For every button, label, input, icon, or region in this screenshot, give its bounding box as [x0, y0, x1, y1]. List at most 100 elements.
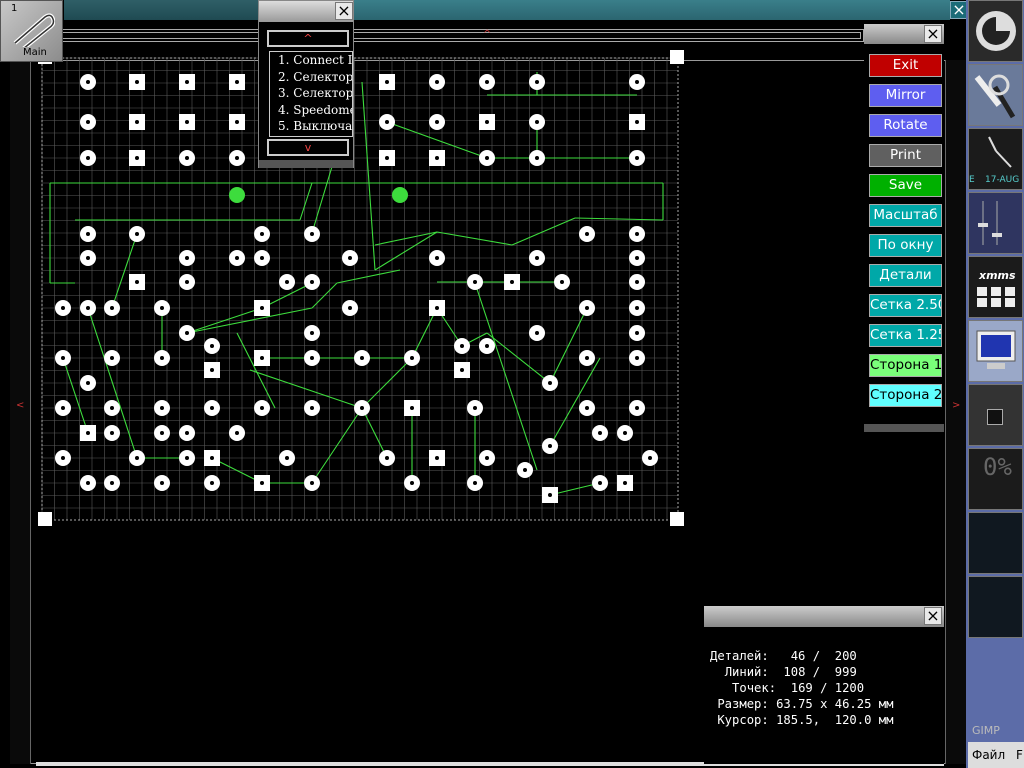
pad-hole: [210, 344, 214, 348]
dock-xmms-app[interactable]: xmms: [968, 256, 1023, 318]
dock-mixer-app[interactable]: [968, 192, 1023, 254]
tool-button-7[interactable]: По окну: [869, 234, 942, 257]
pad-hole: [635, 80, 639, 84]
list-scroll-up-button[interactable]: ^: [267, 30, 349, 47]
pad-hole: [86, 381, 90, 385]
tool-panel-bottom-handle[interactable]: [864, 424, 944, 432]
pad-hole: [110, 481, 114, 485]
tool-button-6[interactable]: Масштаб: [869, 204, 942, 227]
dock-cpu-app[interactable]: 0%: [968, 448, 1023, 510]
right-scroll-strip[interactable]: >: [945, 60, 966, 764]
tool-button-3[interactable]: Rotate: [869, 114, 942, 137]
list-item[interactable]: 2. Селектор: [270, 69, 352, 86]
list-item[interactable]: 5. Выключат: [270, 118, 352, 135]
pad-hole: [110, 406, 114, 410]
pad-hole: [160, 306, 164, 310]
pad-hole: [235, 431, 239, 435]
cpu-percent: 0%: [983, 453, 1012, 481]
trace-line: [374, 231, 438, 246]
pad-hole: [310, 406, 314, 410]
analog-clock-icon: [988, 136, 1012, 168]
tool-button-12[interactable]: Сторона 2: [869, 384, 942, 407]
dock-clock-app[interactable]: E 17-AUG: [968, 128, 1023, 190]
stats-size-value: 63.75 x 46.25 мм: [776, 697, 894, 711]
top-ruler-track: [39, 32, 861, 39]
pad-hole: [86, 256, 90, 260]
dock-settings-app[interactable]: [968, 64, 1023, 126]
tool-panel-close-icon[interactable]: ×: [924, 25, 942, 43]
taskbar-file-item[interactable]: Файл: [972, 748, 1005, 762]
list-item[interactable]: 4. Speedome: [270, 102, 352, 119]
stats-points-value: 169 / 1200: [790, 681, 865, 695]
top-ruler[interactable]: ^: [36, 29, 864, 42]
pad-hole: [310, 232, 314, 236]
pad-hole: [61, 306, 65, 310]
scroll-up-arrow-icon[interactable]: ^: [483, 29, 491, 40]
scroll-left-arrow-icon[interactable]: <: [16, 400, 24, 411]
taskbar-f-item[interactable]: F: [1016, 748, 1023, 762]
main-app-icon[interactable]: 1 Main: [0, 0, 63, 62]
trace-line: [374, 231, 438, 271]
list-close-icon[interactable]: ×: [335, 2, 353, 20]
dock-net-monitor-app[interactable]: [968, 512, 1023, 574]
pad-hole: [635, 331, 639, 335]
stats-text: Деталей: 46 / 200 Линий: 108 / 999 Точек…: [710, 648, 893, 728]
via-dot: [229, 187, 245, 203]
tool-button-1[interactable]: Exit: [869, 54, 942, 77]
tool-button-5[interactable]: Save: [869, 174, 942, 197]
tool-button-10[interactable]: Сетка 1.25: [869, 324, 942, 347]
tool-button-4[interactable]: Print: [869, 144, 942, 167]
list-scroll-down-button[interactable]: v: [267, 139, 349, 156]
trace-line: [299, 182, 313, 221]
dock-app-logo[interactable]: [968, 0, 1023, 62]
list-item[interactable]: 3. Селектор: [270, 85, 352, 102]
pad-hole: [598, 431, 602, 435]
tool-panel-window[interactable]: × Exit Mirror Rotate Print Save Масштаб По окн…: [864, 24, 944, 432]
stats-points-label: Точек:: [732, 681, 777, 695]
pad-hole: [260, 256, 264, 260]
via-dot: [392, 187, 408, 203]
stats-details-value: 46 / 200: [790, 649, 857, 663]
pad-hole: [435, 156, 439, 160]
main-icon-label: Main: [23, 47, 47, 58]
stats-window-titlebar[interactable]: [704, 606, 944, 627]
pad-hole: [185, 280, 189, 284]
stats-window[interactable]: × Деталей: 46 / 200 Линий: 108 / 999 Точ…: [704, 606, 944, 764]
tool-button-8[interactable]: Детали: [869, 264, 942, 287]
trace-line: [574, 217, 664, 221]
pad-hole: [348, 306, 352, 310]
left-scroll-strip[interactable]: <: [10, 60, 31, 764]
pad-hole: [310, 481, 314, 485]
pad-hole: [485, 344, 489, 348]
pad-hole: [485, 156, 489, 160]
pad-hole: [86, 481, 90, 485]
tools-icon: [974, 74, 1016, 119]
window-titlebar[interactable]: [64, 0, 950, 20]
list-window-bottom-handle[interactable]: [259, 160, 353, 168]
gimp-label[interactable]: GIMP: [972, 724, 1000, 737]
dock-net-monitor-app-2[interactable]: [968, 576, 1023, 638]
pad-hole: [460, 344, 464, 348]
tool-button-9[interactable]: Сетка 2.50: [869, 294, 942, 317]
pad-hole: [260, 232, 264, 236]
pad-hole: [185, 156, 189, 160]
pad-hole: [623, 431, 627, 435]
pad-hole: [473, 481, 477, 485]
pad-hole: [210, 406, 214, 410]
dock-small-app[interactable]: [968, 384, 1023, 446]
list-item[interactable]: 1. Connect I: [270, 52, 352, 69]
trace-line: [336, 269, 401, 284]
scroll-right-arrow-icon[interactable]: >: [952, 400, 960, 411]
stats-close-icon[interactable]: ×: [924, 607, 942, 625]
tool-button-11[interactable]: Сторона 1: [869, 354, 942, 377]
components-list[interactable]: 1. Connect I 2. Селектор 3. Селектор 4. …: [269, 51, 353, 137]
paperclip-icon: [13, 13, 55, 47]
pad-hole: [210, 368, 214, 372]
components-list-window[interactable]: × ^ 1. Connect I 2. Селектор 3. Селектор…: [258, 0, 354, 168]
tool-button-2[interactable]: Mirror: [869, 84, 942, 107]
dock-monitor-app[interactable]: [968, 320, 1023, 382]
pad-hole: [635, 406, 639, 410]
trace-line: [474, 282, 538, 471]
pad-hole: [410, 406, 414, 410]
pcb-board-canvas[interactable]: [38, 50, 686, 530]
